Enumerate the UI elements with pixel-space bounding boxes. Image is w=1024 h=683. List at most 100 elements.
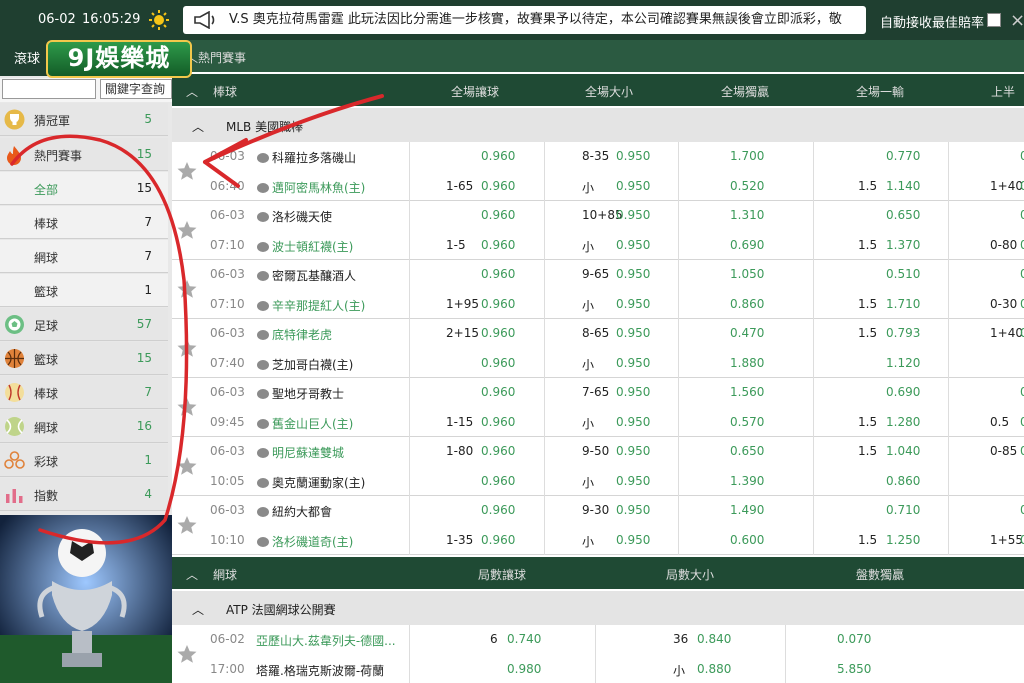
odds-value[interactable]: 0.960 (481, 238, 515, 252)
odds-value[interactable]: 0.950 (616, 179, 650, 193)
sidebar-item[interactable]: 彩球 1 (0, 444, 168, 477)
baseball-section-header[interactable]: ︿ 棒球 全場讓球 全場大小 全場獨贏 全場一輸 上半 (172, 74, 1024, 106)
odds-value[interactable]: 1.710 (886, 297, 920, 311)
odds-value[interactable]: 0.980 (507, 662, 541, 676)
odds-value[interactable]: 0.950 (616, 533, 650, 547)
odds-value[interactable]: 1.120 (886, 356, 920, 370)
odds-value[interactable]: 0.950 (616, 356, 650, 370)
odds-value[interactable]: 0.960 (481, 208, 515, 222)
odds-value[interactable]: 0.950 (616, 267, 650, 281)
odds-value[interactable]: 0.950 (616, 208, 650, 222)
team-name[interactable]: 洛杉磯天使 (256, 208, 332, 225)
odds-value[interactable]: 0.950 (616, 385, 650, 399)
sidebar-item[interactable]: 籃球 1 (0, 274, 168, 307)
sidebar-item[interactable]: 熱門賽事 15 (0, 138, 168, 171)
team-name[interactable]: 塔羅.格瑞克斯波爾-荷蘭 (256, 662, 384, 679)
keyword-search-button[interactable]: 關鍵字查詢 (100, 79, 172, 99)
team-name[interactable]: 聖地牙哥教士 (256, 385, 344, 402)
odds-value[interactable]: 0.470 (730, 326, 764, 340)
sidebar-item[interactable]: 全部 15 (0, 172, 168, 205)
odds-value[interactable]: 1.140 (886, 179, 920, 193)
favorite-star-icon[interactable] (176, 278, 198, 300)
rolling-tab[interactable]: 滾球 (14, 48, 40, 67)
league-header[interactable]: ︿ MLB 美國職棒 (172, 108, 1024, 142)
odds-value[interactable]: 0.960 (481, 297, 515, 311)
auto-accept-checkbox[interactable] (987, 13, 1001, 27)
odds-value[interactable]: 0.880 (697, 662, 731, 676)
odds-value[interactable]: 1.370 (886, 238, 920, 252)
odds-value[interactable]: 0.950 (616, 474, 650, 488)
team-name[interactable]: 邁阿密馬林魚(主) (256, 179, 365, 196)
odds-value[interactable]: 0.740 (507, 632, 541, 646)
sidebar-item[interactable]: 棒球 7 (0, 206, 168, 239)
odds-value[interactable]: 0 (1020, 238, 1024, 252)
favorite-star-icon[interactable] (176, 396, 198, 418)
team-name[interactable]: 科羅拉多落磯山 (256, 149, 356, 166)
odds-value[interactable]: 1.490 (730, 503, 764, 517)
odds-value[interactable]: 1.880 (730, 356, 764, 370)
team-name[interactable]: 舊金山巨人(主) (256, 415, 353, 432)
close-icon[interactable]: × (1010, 10, 1024, 31)
odds-value[interactable]: 0 (1020, 444, 1024, 458)
odds-value[interactable]: 1.050 (730, 267, 764, 281)
odds-value[interactable]: 0.070 (837, 632, 871, 646)
odds-value[interactable]: 0 (1020, 297, 1024, 311)
odds-value[interactable]: 0.600 (730, 533, 764, 547)
odds-value[interactable]: 0.860 (886, 474, 920, 488)
odds-value[interactable]: 0 (1020, 326, 1024, 340)
odds-value[interactable]: 0 (1020, 385, 1024, 399)
odds-value[interactable]: 0.960 (481, 149, 515, 163)
favorite-star-icon[interactable] (176, 219, 198, 241)
odds-value[interactable]: 1.560 (730, 385, 764, 399)
team-name[interactable]: 波士頓紅襪(主) (256, 238, 353, 255)
odds-value[interactable]: 0.960 (481, 179, 515, 193)
odds-value[interactable]: 0.690 (730, 238, 764, 252)
odds-value[interactable]: 5.850 (837, 662, 871, 676)
odds-value[interactable]: 0.960 (481, 356, 515, 370)
odds-value[interactable]: 0.960 (481, 326, 515, 340)
team-name[interactable]: 辛辛那提紅人(主) (256, 297, 365, 314)
team-name[interactable]: 紐約大都會 (256, 503, 332, 520)
league-header[interactable]: ︿ ATP 法國網球公開賽 (172, 591, 1024, 625)
favorite-star-icon[interactable] (176, 643, 198, 665)
team-name[interactable]: 芝加哥白襪(主) (256, 356, 353, 373)
odds-value[interactable]: 0 (1020, 179, 1024, 193)
team-name[interactable]: 洛杉磯道奇(主) (256, 533, 353, 550)
team-name[interactable]: 底特律老虎 (256, 326, 332, 343)
team-name[interactable]: 密爾瓦基釀酒人 (256, 267, 356, 284)
sidebar-item[interactable]: 猜冠軍 5 (0, 103, 168, 136)
odds-value[interactable]: 0.950 (616, 326, 650, 340)
odds-value[interactable]: 1.390 (730, 474, 764, 488)
odds-value[interactable]: 0 (1020, 503, 1024, 517)
odds-value[interactable]: 0.570 (730, 415, 764, 429)
sidebar-item[interactable]: 網球 7 (0, 240, 168, 273)
odds-value[interactable]: 0 (1020, 149, 1024, 163)
sidebar-item[interactable]: 指數 4 (0, 478, 168, 511)
team-name[interactable]: 奧克蘭運動家(主) (256, 474, 365, 491)
odds-value[interactable]: 0.950 (616, 415, 650, 429)
favorite-star-icon[interactable] (176, 455, 198, 477)
odds-value[interactable]: 0.960 (481, 474, 515, 488)
odds-value[interactable]: 0.770 (886, 149, 920, 163)
odds-value[interactable]: 0.650 (730, 444, 764, 458)
odds-value[interactable]: 0.960 (481, 444, 515, 458)
odds-value[interactable]: 0.510 (886, 267, 920, 281)
odds-value[interactable]: 1.250 (886, 533, 920, 547)
favorite-star-icon[interactable] (176, 514, 198, 536)
odds-value[interactable]: 0.710 (886, 503, 920, 517)
odds-value[interactable]: 0.960 (481, 267, 515, 281)
odds-value[interactable]: 0.950 (616, 149, 650, 163)
odds-value[interactable]: 0.960 (481, 533, 515, 547)
odds-value[interactable]: 1.280 (886, 415, 920, 429)
odds-value[interactable]: 0.960 (481, 385, 515, 399)
odds-value[interactable]: 1.040 (886, 444, 920, 458)
odds-value[interactable]: 0.950 (616, 297, 650, 311)
hot-events-header[interactable]: ︿ 熱門賽事 (172, 40, 1024, 72)
odds-value[interactable]: 1.700 (730, 149, 764, 163)
odds-value[interactable]: 0.960 (481, 415, 515, 429)
odds-value[interactable]: 0.793 (886, 326, 920, 340)
odds-value[interactable]: 0.650 (886, 208, 920, 222)
announcement-marquee[interactable]: V.S 奧克拉荷馬雷霆 此玩法因比分需進一步核實，故賽果予以待定，本公司確認賽果… (183, 6, 866, 34)
odds-value[interactable]: 0.950 (616, 444, 650, 458)
promo-banner[interactable] (0, 515, 172, 683)
